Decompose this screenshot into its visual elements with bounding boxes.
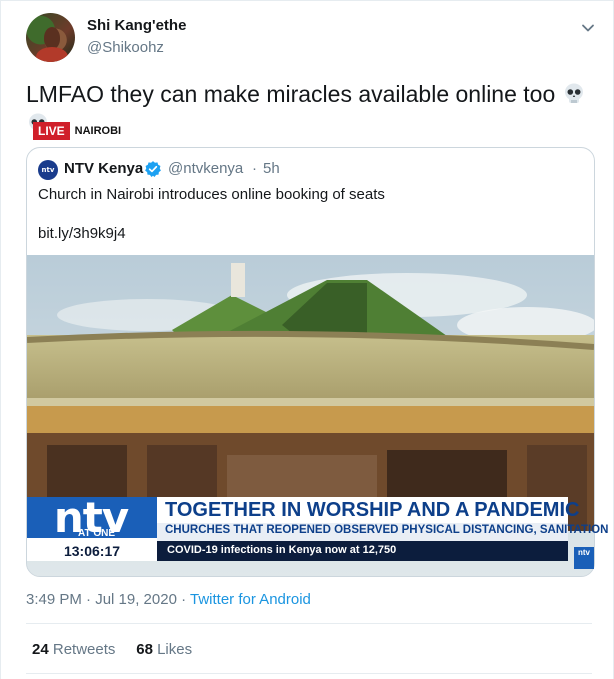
broadcast-headline: TOGETHER IN WORSHIP AND A PANDEMIC	[165, 499, 580, 521]
author-name[interactable]: Shi Kang'ethe	[87, 17, 186, 34]
retweets-stat[interactable]: 24 Retweets	[32, 641, 115, 658]
quoted-time[interactable]: 5h	[263, 160, 280, 177]
tweet-timestamp[interactable]: 3:49 PM · Jul 19, 2020	[26, 591, 177, 608]
retweets-label: Retweets	[52, 641, 116, 658]
avatar-shirt	[36, 47, 68, 62]
program-name: AT ONE	[78, 528, 116, 539]
broadcast-ticker: COVID-19 infections in Kenya now at 12,7…	[167, 544, 397, 556]
retweets-count: 24	[32, 641, 49, 658]
quoted-author-handle: @ntvkenya	[168, 160, 244, 177]
skull-emoji-icon	[564, 83, 583, 103]
verified-badge-icon	[145, 161, 161, 177]
chevron-down-icon[interactable]	[579, 19, 597, 37]
author-avatar[interactable]	[26, 13, 75, 62]
broadcast-clock: 13:06:17	[63, 543, 121, 559]
live-label: LIVE	[33, 122, 70, 140]
separator-dot: ·	[252, 160, 257, 177]
divider	[26, 673, 592, 674]
corner-ntv-logo: ntv	[574, 547, 594, 569]
quoted-text: Church in Nairobi introduces online book…	[38, 186, 385, 203]
broadcast-subheadline: CHURCHES THAT REOPENED OBSERVED PHYSICAL…	[165, 524, 609, 536]
tweet-stats: 24 Retweets 68 Likes	[32, 641, 192, 658]
divider	[26, 623, 592, 624]
likes-stat[interactable]: 68 Likes	[136, 641, 192, 658]
tweet-card: Shi Kang'ethe @Shikoohz LMFAO they can m…	[0, 0, 614, 679]
author-handle[interactable]: @Shikoohz	[87, 39, 164, 56]
likes-count: 68	[136, 641, 153, 658]
avatar-face	[44, 27, 60, 49]
quoted-link[interactable]: bit.ly/3h9k9j4	[38, 225, 126, 242]
tweet-source[interactable]: Twitter for Android	[190, 591, 311, 608]
location-label: NAIROBI	[69, 122, 127, 140]
ntv-avatar[interactable]: ntv	[38, 160, 58, 180]
meta-separator: ·	[176, 591, 190, 608]
quoted-author-name: NTV Kenya	[64, 160, 144, 177]
tweet-meta: 3:49 PM · Jul 19, 2020 · Twitter for And…	[26, 591, 311, 608]
tweet-body: LMFAO they can make miracles available o…	[26, 81, 556, 107]
likes-label: Likes	[157, 641, 193, 658]
live-badge: LIVE NAIROBI	[33, 122, 127, 140]
